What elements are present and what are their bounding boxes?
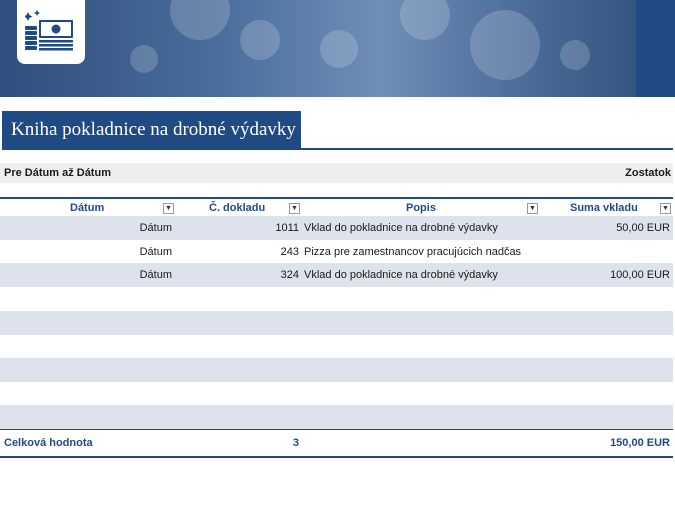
empty-row[interactable] [0,335,673,359]
filter-dropdown-amount[interactable]: ▼ [660,203,671,214]
total-count: 3 [292,437,299,449]
bokeh-circle [400,0,450,40]
logo [17,0,85,64]
bokeh-circle [240,20,280,60]
filter-dropdown-doc[interactable]: ▼ [289,203,300,214]
empty-row[interactable] [0,382,673,406]
total-sum: 150,00 EUR [610,437,670,449]
title-underline [2,148,673,150]
balance-label: Zostatok [625,167,671,179]
empty-row[interactable] [0,287,673,311]
cell-amount: 100,00 EUR [610,269,670,281]
bokeh-circle [130,45,158,73]
bokeh-circle [170,0,230,40]
money-stack-icon [25,10,73,51]
header-banner-edge [636,0,675,97]
table-row[interactable]: Dátum 1011 Vklad do pokladnice na drobné… [0,216,673,240]
empty-row[interactable] [0,311,673,335]
cell-description: Vklad do pokladnice na drobné výdavky [304,269,498,281]
period-label: Pre Dátum až Dátum [4,167,111,179]
period-row: Pre Dátum až Dátum Zostatok [0,163,673,183]
total-divider [0,429,673,430]
total-label: Celková hodnota [4,437,93,449]
total-bottom-border [0,456,673,458]
header-banner [0,0,636,97]
page-title: Kniha pokladnice na drobné výdavky [2,111,301,149]
total-row: Celková hodnota 3 150,00 EUR [0,432,673,454]
filter-dropdown-desc[interactable]: ▼ [527,203,538,214]
cell-doc-number: 324 [280,269,299,281]
empty-row[interactable] [0,358,673,382]
bokeh-circle [320,30,358,68]
bokeh-circle [470,10,540,80]
bokeh-circle [560,40,590,70]
cell-description: Vklad do pokladnice na drobné výdavky [304,222,498,234]
empty-row[interactable] [0,405,673,429]
cell-date: Dátum [139,269,172,281]
cell-doc-number: 243 [280,246,299,258]
cell-date: Dátum [139,222,172,234]
filter-dropdown-date[interactable]: ▼ [163,203,174,214]
cell-amount: 50,00 EUR [616,222,670,234]
cell-description: Pizza pre zamestnancov pracujúcich nadča… [304,246,522,258]
table-row[interactable]: Dátum 243 Pizza pre zamestnancov pracujú… [0,240,673,264]
cell-date: Dátum [139,246,172,258]
table-row[interactable]: Dátum 324 Vklad do pokladnice na drobné … [0,263,673,287]
cell-doc-number: 1011 [275,222,299,234]
